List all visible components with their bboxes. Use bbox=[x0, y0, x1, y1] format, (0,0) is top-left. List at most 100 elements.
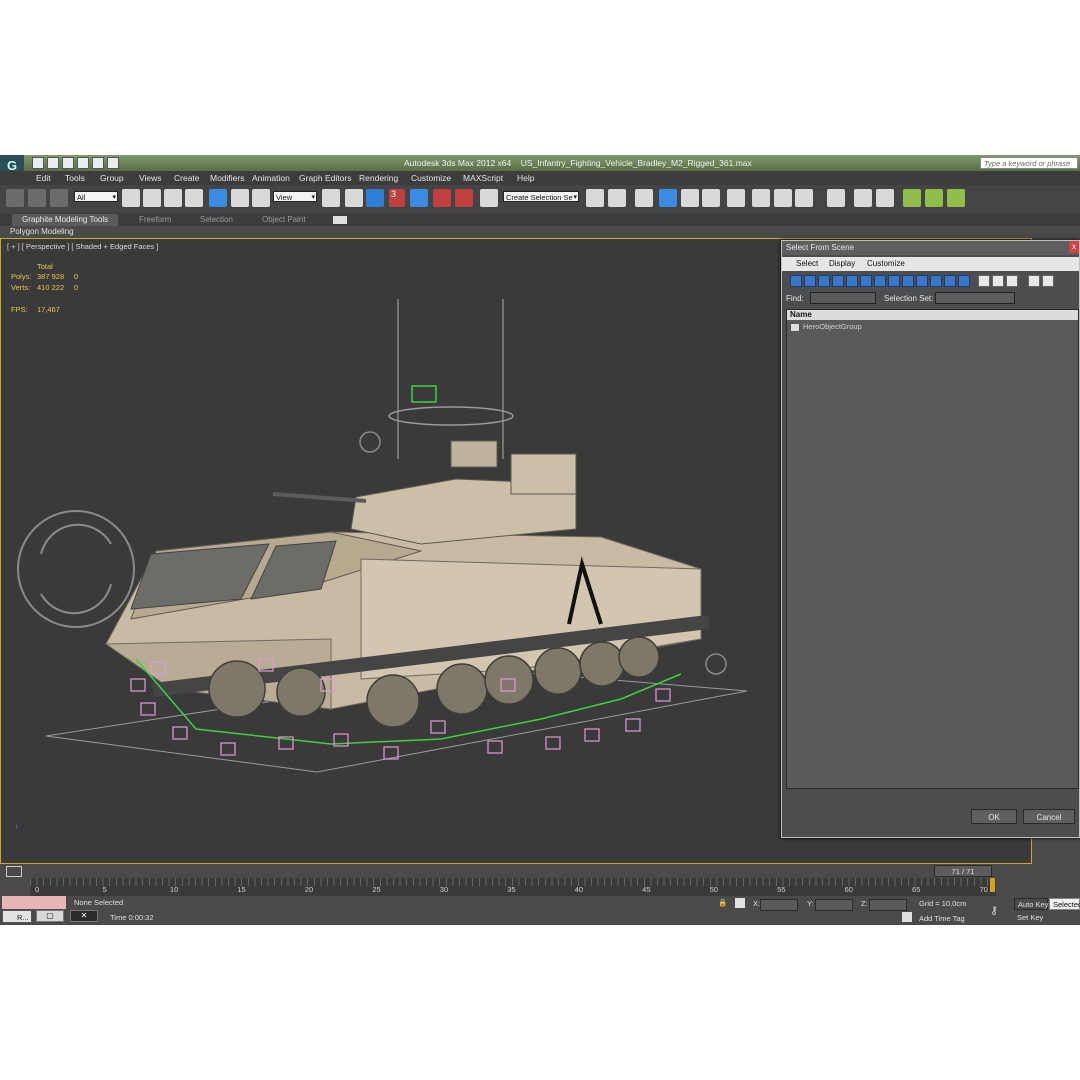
quick-align-icon[interactable] bbox=[876, 189, 894, 207]
redo-icon[interactable] bbox=[92, 157, 104, 169]
menu-edit[interactable]: Edit bbox=[36, 173, 51, 183]
taskbar-app-item[interactable]: R... bbox=[2, 910, 32, 923]
window-crossing-icon[interactable] bbox=[185, 189, 203, 207]
dialog-menu-customize[interactable]: Customize bbox=[867, 259, 905, 268]
reference-coordinate-dropdown[interactable]: View bbox=[273, 191, 317, 203]
filter-icon[interactable] bbox=[1028, 275, 1040, 287]
restore-window-icon[interactable]: ▢ bbox=[36, 910, 64, 922]
select-bone-chain-icon[interactable] bbox=[903, 189, 921, 207]
filter-options-icon[interactable] bbox=[1042, 275, 1054, 287]
ok-button[interactable]: OK bbox=[971, 809, 1017, 824]
absolute-mode-icon[interactable] bbox=[735, 898, 745, 908]
add-time-tag[interactable]: Add Time Tag bbox=[919, 914, 965, 923]
key-filter-dropdown[interactable]: Selected bbox=[1049, 898, 1080, 910]
display-frozen-icon[interactable] bbox=[930, 275, 942, 287]
link-helper-icon[interactable] bbox=[947, 189, 965, 207]
scene-object-list[interactable]: Name HeroObjectGroup bbox=[786, 309, 1079, 789]
selection-filter-dropdown[interactable]: All bbox=[74, 191, 118, 203]
current-frame-marker[interactable] bbox=[990, 878, 995, 892]
menu-modifiers[interactable]: Modifiers bbox=[210, 173, 244, 183]
render-production-icon[interactable] bbox=[795, 189, 813, 207]
display-cameras-icon[interactable] bbox=[832, 275, 844, 287]
dialog-close-icon[interactable]: x bbox=[1069, 241, 1079, 253]
tab-object-paint[interactable]: Object Paint bbox=[262, 214, 306, 226]
open-file-icon[interactable] bbox=[47, 157, 59, 169]
find-input[interactable] bbox=[810, 292, 876, 304]
viewport-label[interactable]: [ + ] [ Perspective ] [ Shaded + Edged F… bbox=[7, 242, 158, 251]
z-coordinate-input[interactable] bbox=[869, 899, 907, 911]
display-xrefs-icon[interactable] bbox=[888, 275, 900, 287]
menu-help[interactable]: Help bbox=[517, 173, 534, 183]
close-window-icon[interactable]: ✕ bbox=[70, 910, 98, 922]
menu-create[interactable]: Create bbox=[174, 173, 200, 183]
schematic-view-icon[interactable] bbox=[702, 189, 720, 207]
auto-key-button[interactable]: Auto Key bbox=[1014, 898, 1048, 910]
object-placement-icon[interactable] bbox=[854, 189, 872, 207]
menu-animation[interactable]: Animation bbox=[252, 173, 290, 183]
select-invert-icon[interactable] bbox=[1006, 275, 1018, 287]
x-coordinate-input[interactable] bbox=[760, 899, 798, 911]
spinner-snap-icon[interactable] bbox=[455, 189, 473, 207]
menu-customize[interactable]: Customize bbox=[411, 173, 451, 183]
graphite-toggle-icon[interactable] bbox=[659, 189, 677, 207]
display-containers-icon[interactable] bbox=[916, 275, 928, 287]
undo-icon[interactable] bbox=[77, 157, 89, 169]
cancel-button[interactable]: Cancel bbox=[1023, 809, 1075, 824]
select-and-move-icon[interactable] bbox=[209, 189, 227, 207]
angle-snap-icon[interactable] bbox=[410, 189, 428, 207]
menu-maxscript[interactable]: MAXScript bbox=[463, 173, 503, 183]
pivot-center-icon[interactable] bbox=[322, 189, 340, 207]
menu-views[interactable]: Views bbox=[139, 173, 162, 183]
material-editor-icon[interactable] bbox=[727, 189, 745, 207]
display-geometry-icon[interactable] bbox=[790, 275, 802, 287]
select-all-icon[interactable] bbox=[978, 275, 990, 287]
maxscript-listener[interactable] bbox=[2, 896, 66, 909]
project-folder-icon[interactable] bbox=[107, 157, 119, 169]
polygon-modeling-panel[interactable]: Polygon Modeling bbox=[10, 226, 74, 237]
named-selection-set-dropdown[interactable]: Create Selection Se bbox=[503, 191, 579, 203]
layer-manager-icon[interactable] bbox=[635, 189, 653, 207]
display-groups-icon[interactable] bbox=[874, 275, 886, 287]
lock-selection-icon[interactable]: 🔒 bbox=[718, 898, 727, 907]
render-setup-icon[interactable] bbox=[752, 189, 770, 207]
select-by-name-icon[interactable] bbox=[143, 189, 161, 207]
dialog-menu-select[interactable]: Select bbox=[796, 259, 818, 268]
select-object-icon[interactable] bbox=[122, 189, 140, 207]
cycle-rig-icon[interactable] bbox=[925, 189, 943, 207]
rendered-frame-window-icon[interactable] bbox=[774, 189, 792, 207]
tab-freeform[interactable]: Freeform bbox=[139, 214, 171, 226]
tab-graphite-modeling-tools[interactable]: Graphite Modeling Tools bbox=[12, 214, 119, 226]
mirror-icon[interactable] bbox=[586, 189, 604, 207]
unlink-selection-icon[interactable] bbox=[28, 189, 46, 207]
name-column-header[interactable]: Name bbox=[787, 310, 1078, 320]
help-search-input[interactable]: Type a keyword or phrase bbox=[980, 157, 1078, 169]
curve-editor-icon[interactable] bbox=[681, 189, 699, 207]
display-all-icon[interactable] bbox=[958, 275, 970, 287]
clone-tool-icon[interactable] bbox=[827, 189, 845, 207]
align-icon[interactable] bbox=[608, 189, 626, 207]
time-slider[interactable]: 71 / 71 bbox=[934, 865, 992, 877]
display-lights-icon[interactable] bbox=[818, 275, 830, 287]
select-none-icon[interactable] bbox=[992, 275, 1004, 287]
keyboard-shortcut-override-icon[interactable] bbox=[366, 189, 384, 207]
tab-selection[interactable]: Selection bbox=[200, 214, 233, 226]
mini-curve-editor-icon[interactable] bbox=[6, 866, 22, 877]
set-key-button[interactable]: Set Key bbox=[1014, 912, 1048, 924]
select-and-scale-icon[interactable] bbox=[252, 189, 270, 207]
select-and-manipulate-icon[interactable] bbox=[345, 189, 363, 207]
add-time-tag-icon[interactable] bbox=[902, 912, 912, 922]
vehicle-model-scene[interactable] bbox=[1, 259, 781, 859]
display-hidden-icon[interactable] bbox=[944, 275, 956, 287]
new-file-icon[interactable] bbox=[32, 157, 44, 169]
list-item[interactable]: HeroObjectGroup bbox=[790, 322, 862, 332]
select-and-link-icon[interactable] bbox=[6, 189, 24, 207]
menu-graph-editors[interactable]: Graph Editors bbox=[299, 173, 351, 183]
y-coordinate-input[interactable] bbox=[815, 899, 853, 911]
display-space-warps-icon[interactable] bbox=[860, 275, 872, 287]
save-file-icon[interactable] bbox=[62, 157, 74, 169]
menu-rendering[interactable]: Rendering bbox=[359, 173, 398, 183]
selection-set-dropdown[interactable] bbox=[935, 292, 1015, 304]
bind-to-space-warp-icon[interactable] bbox=[50, 189, 68, 207]
select-and-rotate-icon[interactable] bbox=[231, 189, 249, 207]
dialog-menu-display[interactable]: Display bbox=[829, 259, 855, 268]
